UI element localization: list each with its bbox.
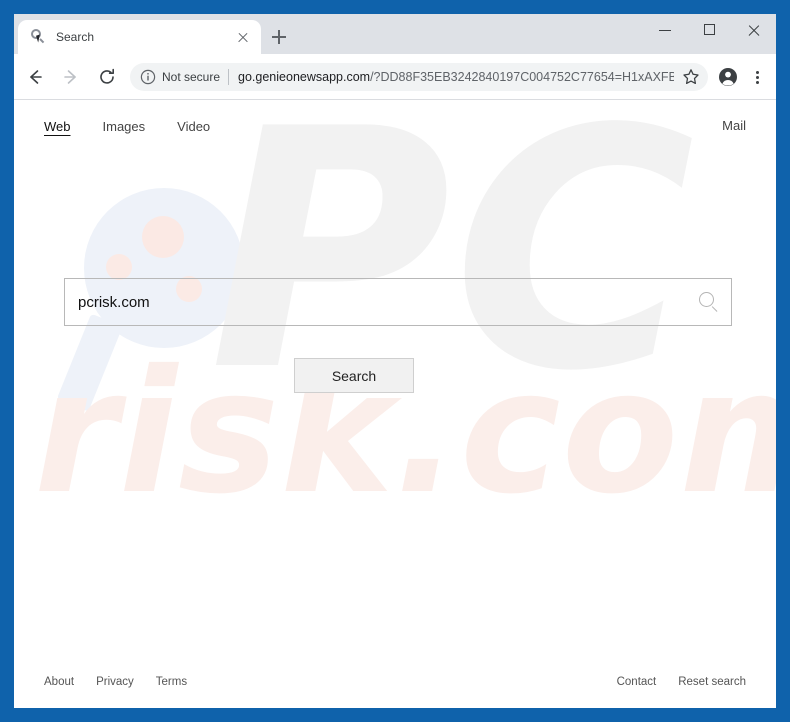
back-button[interactable] (20, 62, 50, 92)
search-box[interactable] (64, 278, 732, 326)
info-circle-icon[interactable] (140, 69, 156, 85)
search-area (64, 278, 732, 326)
pcrisk-watermark: PC risk.com (14, 100, 776, 708)
reload-icon (100, 68, 114, 84)
arrow-left-icon (30, 69, 42, 84)
url-path: /?DD88F35EB3242840197C004752C77654=H1xAX… (370, 69, 674, 84)
nav-link-mail[interactable]: Mail (722, 118, 746, 133)
site-nav-right: Mail (722, 117, 746, 135)
site-nav-left: Web Images Video (44, 119, 210, 134)
footer-links-right: Contact Reset search (617, 676, 746, 688)
page-footer: About Privacy Terms Contact Reset search (14, 670, 776, 694)
footer-link-terms[interactable]: Terms (156, 676, 187, 688)
close-icon[interactable] (233, 27, 253, 47)
browser-window: Search Not secure go.genieonewsapp.com/?… (14, 14, 776, 708)
footer-links-left: About Privacy Terms (44, 676, 187, 688)
search-button[interactable]: Search (294, 358, 414, 393)
arrow-right-icon (64, 69, 76, 84)
nav-link-web[interactable]: Web (44, 119, 71, 134)
security-status-label: Not secure (162, 69, 221, 84)
nav-link-images[interactable]: Images (103, 119, 146, 134)
account-avatar-icon[interactable] (714, 63, 742, 91)
new-tab-button[interactable] (266, 24, 292, 50)
forward-button[interactable] (56, 62, 86, 92)
omnibox-divider (228, 68, 230, 85)
footer-link-about[interactable]: About (44, 676, 74, 688)
search-input[interactable] (78, 279, 695, 325)
browser-tab[interactable]: Search (18, 20, 261, 54)
page-content: PC risk.com Web Images Video Mail pcrisk… (14, 100, 776, 708)
browser-toolbar: Not secure go.genieonewsapp.com/?DD88F35… (14, 54, 776, 99)
url-host: go.genieonewsapp.com (238, 69, 371, 84)
window-frame: Search Not secure go.genieonewsapp.com/?… (0, 0, 790, 722)
maximize-button[interactable] (688, 14, 732, 46)
three-dot-menu-icon[interactable] (744, 63, 770, 91)
magnifier-cursor-icon (30, 29, 46, 45)
site-nav: Web Images Video Mail (14, 100, 776, 152)
footer-link-contact[interactable]: Contact (617, 676, 657, 688)
star-icon[interactable] (678, 64, 704, 90)
url-text: go.genieonewsapp.com/?DD88F35EB324284019… (238, 70, 674, 84)
tab-title: Search (56, 30, 95, 44)
reload-button[interactable] (92, 62, 122, 92)
close-window-button[interactable] (732, 14, 776, 46)
footer-link-reset-search[interactable]: Reset search (678, 676, 746, 688)
minimize-button[interactable] (644, 14, 688, 46)
tab-strip: Search (14, 14, 776, 54)
window-controls (644, 14, 776, 54)
magnifier-icon[interactable] (695, 289, 721, 315)
address-bar[interactable]: Not secure go.genieonewsapp.com/?DD88F35… (130, 62, 708, 91)
nav-link-video[interactable]: Video (177, 119, 210, 134)
footer-link-privacy[interactable]: Privacy (96, 676, 134, 688)
